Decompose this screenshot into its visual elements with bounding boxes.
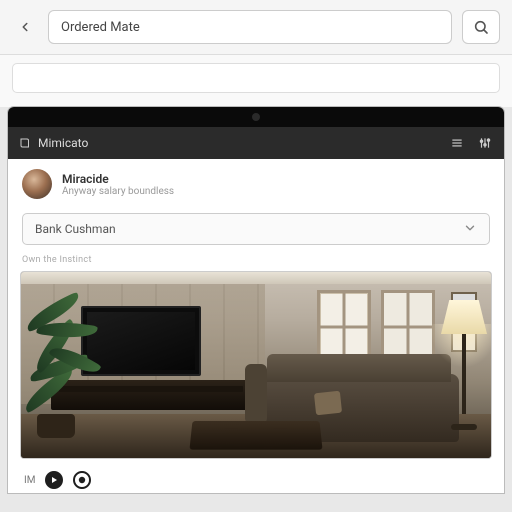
search-icon: [473, 19, 489, 35]
profile-name: Miracide: [62, 172, 174, 186]
header-actions: [448, 134, 494, 152]
play-button[interactable]: [45, 471, 63, 489]
secondary-bar: [0, 55, 512, 107]
dropdown-selected: Bank Cushman: [35, 222, 116, 236]
category-dropdown[interactable]: Bank Cushman: [22, 213, 490, 245]
profile-row: Miracide Anyway salary boundless: [8, 159, 504, 209]
secondary-input[interactable]: [12, 63, 500, 93]
list-button[interactable]: [448, 134, 466, 152]
media-controls: IM: [8, 465, 504, 493]
window-frame-top: [8, 107, 504, 127]
app-title-area: Mimicato: [18, 136, 440, 150]
section-caption: Own the Instinct: [8, 253, 504, 271]
equalizer-icon: [478, 136, 492, 150]
app-header: Mimicato: [8, 127, 504, 159]
controls-label: IM: [24, 475, 35, 486]
address-bar[interactable]: Ordered Mate: [48, 10, 452, 44]
search-button[interactable]: [462, 10, 500, 44]
record-icon: [78, 476, 86, 484]
tools-button[interactable]: [476, 134, 494, 152]
chevron-left-icon: [18, 20, 32, 34]
avatar[interactable]: [22, 169, 52, 199]
browser-top-bar: Ordered Mate: [0, 0, 512, 55]
category-dropdown-wrap: Bank Cushman: [8, 209, 504, 253]
app-title: Mimicato: [38, 136, 88, 150]
chevron-down-icon: [463, 221, 477, 238]
book-icon: [18, 136, 32, 150]
address-text: Ordered Mate: [61, 20, 140, 35]
media-preview[interactable]: [20, 271, 492, 459]
living-room-scene: [21, 272, 491, 458]
back-button[interactable]: [12, 14, 38, 40]
record-button[interactable]: [73, 471, 91, 489]
play-icon: [52, 477, 57, 483]
profile-text: Miracide Anyway salary boundless: [62, 172, 174, 197]
app-window: Mimicato Miracide Anyway salary boundles…: [8, 107, 504, 493]
list-icon: [450, 136, 464, 150]
profile-subtitle: Anyway salary boundless: [62, 186, 174, 197]
camera-dot-icon: [252, 113, 260, 121]
